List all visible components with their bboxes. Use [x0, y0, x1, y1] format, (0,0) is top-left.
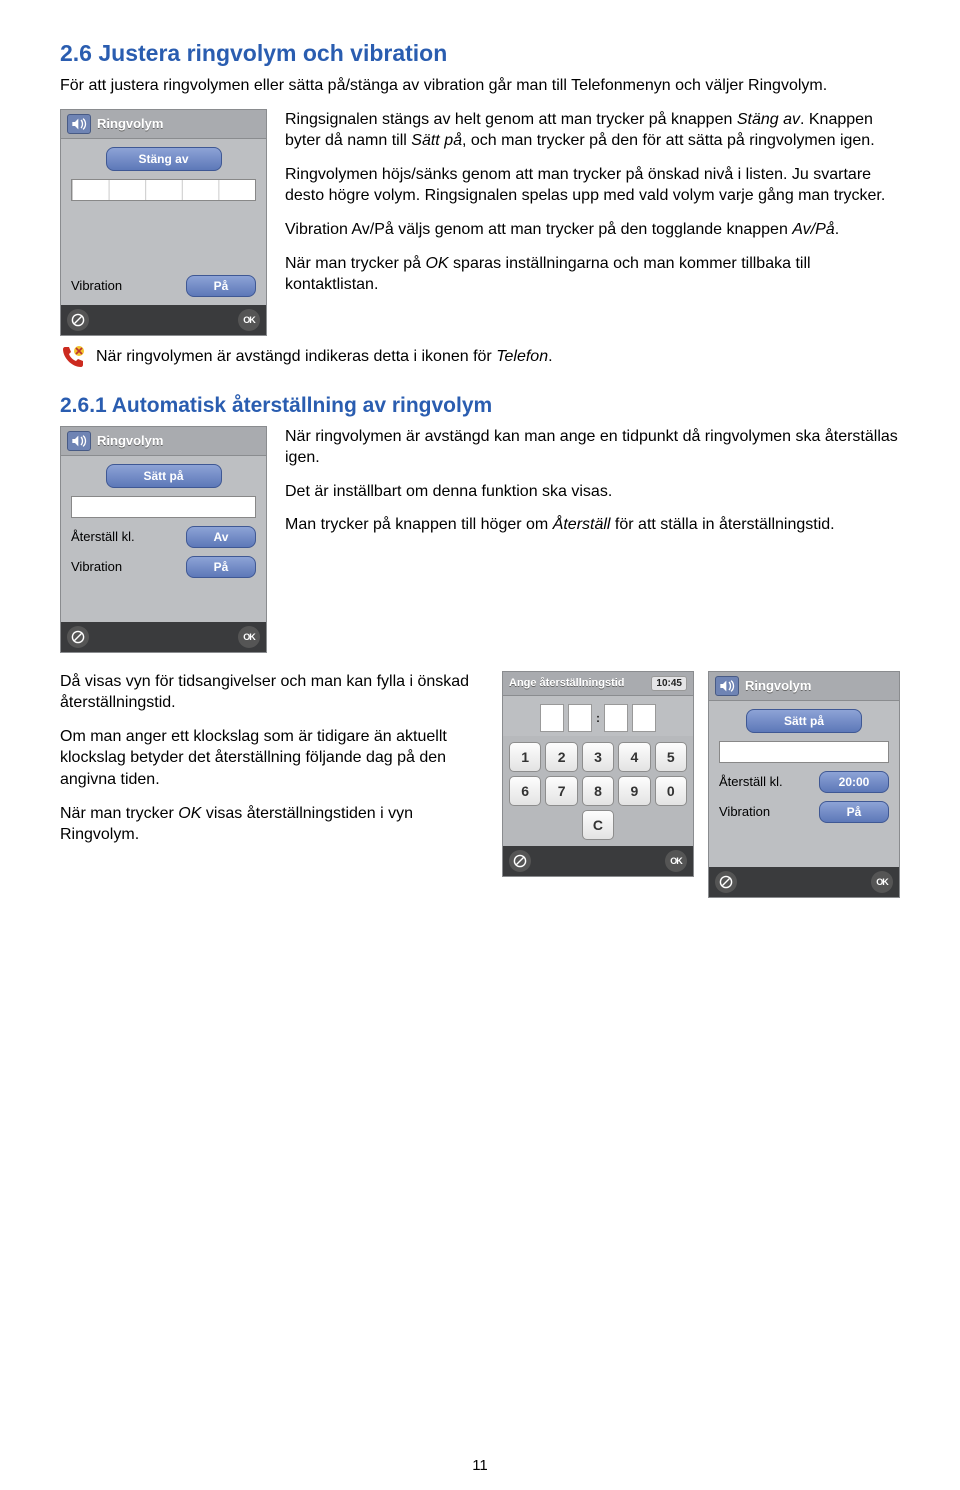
vibration-toggle[interactable]: På: [186, 556, 256, 578]
key-4[interactable]: 4: [618, 742, 650, 772]
p-261-2: Det är inställbart om denna funktion ska…: [285, 481, 900, 503]
volume-bar[interactable]: [71, 179, 256, 201]
volume-bar[interactable]: [71, 496, 256, 518]
key-2[interactable]: 2: [545, 742, 577, 772]
screenshot-ange-aterstallningstid: Ange återställningstid 10:45 : 1 2 3 4 5…: [502, 671, 694, 877]
muted-indicator-text: När ringvolymen är avstängd indikeras de…: [96, 346, 553, 368]
speaker-icon: [67, 114, 91, 134]
ok-button[interactable]: OK: [238, 626, 260, 648]
speaker-icon: [715, 676, 739, 696]
aterstall-label: Återställ kl.: [719, 774, 783, 789]
aterstall-time[interactable]: 20:00: [819, 771, 889, 793]
p-hojs-sanks: Ringvolymen höjs/sänks genom att man try…: [285, 164, 900, 207]
vibration-toggle[interactable]: På: [819, 801, 889, 823]
key-clear[interactable]: C: [582, 810, 614, 840]
heading-2-6: 2.6 Justera ringvolym och vibration: [60, 40, 900, 67]
key-0[interactable]: 0: [655, 776, 687, 806]
heading-2-6-1: 2.6.1 Automatisk återställning av ringvo…: [60, 394, 900, 418]
screenshot-title: Ringvolym: [745, 678, 893, 693]
screenshot-title: Ringvolym: [97, 116, 260, 131]
vibration-label: Vibration: [71, 278, 122, 293]
p-vibration: Vibration Av/På väljs genom att man tryc…: [285, 219, 900, 241]
key-7[interactable]: 7: [545, 776, 577, 806]
p-261-3: Man trycker på knappen till höger om Åte…: [285, 514, 900, 536]
cancel-icon[interactable]: [67, 626, 89, 648]
p-stangav: Ringsignalen stängs av helt genom att ma…: [285, 109, 900, 152]
vibration-toggle[interactable]: På: [186, 275, 256, 297]
clock-badge: 10:45: [651, 676, 687, 691]
p-bottom-1: Då visas vyn för tidsangivelser och man …: [60, 671, 488, 714]
page-number: 11: [0, 1457, 960, 1474]
p-bottom-2: Om man anger ett klockslag som är tidiga…: [60, 726, 488, 791]
key-8[interactable]: 8: [582, 776, 614, 806]
cancel-icon[interactable]: [509, 850, 531, 872]
vibration-label: Vibration: [71, 559, 122, 574]
ok-button[interactable]: OK: [238, 309, 260, 331]
ok-button[interactable]: OK: [871, 871, 893, 893]
vibration-label: Vibration: [719, 804, 770, 819]
cancel-icon[interactable]: [715, 871, 737, 893]
cancel-icon[interactable]: [67, 309, 89, 331]
volume-bar[interactable]: [719, 741, 889, 763]
screenshot-title: Ringvolym: [97, 433, 260, 448]
p-bottom-3: När man trycker OK visas återställnings­…: [60, 803, 488, 846]
satt-pa-button[interactable]: Sätt på: [106, 464, 222, 488]
key-5[interactable]: 5: [655, 742, 687, 772]
satt-pa-button[interactable]: Sätt på: [746, 709, 862, 733]
time-input[interactable]: :: [513, 704, 683, 732]
stang-av-button[interactable]: Stäng av: [106, 147, 222, 171]
aterstall-label: Återställ kl.: [71, 529, 135, 544]
key-6[interactable]: 6: [509, 776, 541, 806]
screenshot-ringvolym-stangav: Ringvolym Stäng av Vibration På OK: [60, 109, 267, 336]
speaker-icon: [67, 431, 91, 451]
screenshot-ringvolym-sattpa: Ringvolym Sätt på Återställ kl. Av Vibra…: [60, 426, 267, 653]
screenshot-title: Ange återställningstid: [509, 677, 645, 689]
key-1[interactable]: 1: [509, 742, 541, 772]
aterstall-toggle[interactable]: Av: [186, 526, 256, 548]
numeric-keypad: 1 2 3 4 5 6 7 8 9 0 C: [503, 736, 693, 846]
screenshot-ringvolym-tid-satt: Ringvolym Sätt på Återställ kl. 20:00 Vi…: [708, 671, 900, 898]
ok-button[interactable]: OK: [665, 850, 687, 872]
key-9[interactable]: 9: [618, 776, 650, 806]
intro-2-6: För att justera ringvolymen eller sätta …: [60, 75, 900, 97]
p-261-1: När ringvolymen är avstängd kan man ange…: [285, 426, 900, 469]
p-ok-save: När man trycker på OK sparas inställning…: [285, 253, 900, 296]
intro-text: För att justera ringvolymen eller sätta …: [60, 77, 827, 94]
key-3[interactable]: 3: [582, 742, 614, 772]
phone-muted-icon: [60, 344, 86, 370]
